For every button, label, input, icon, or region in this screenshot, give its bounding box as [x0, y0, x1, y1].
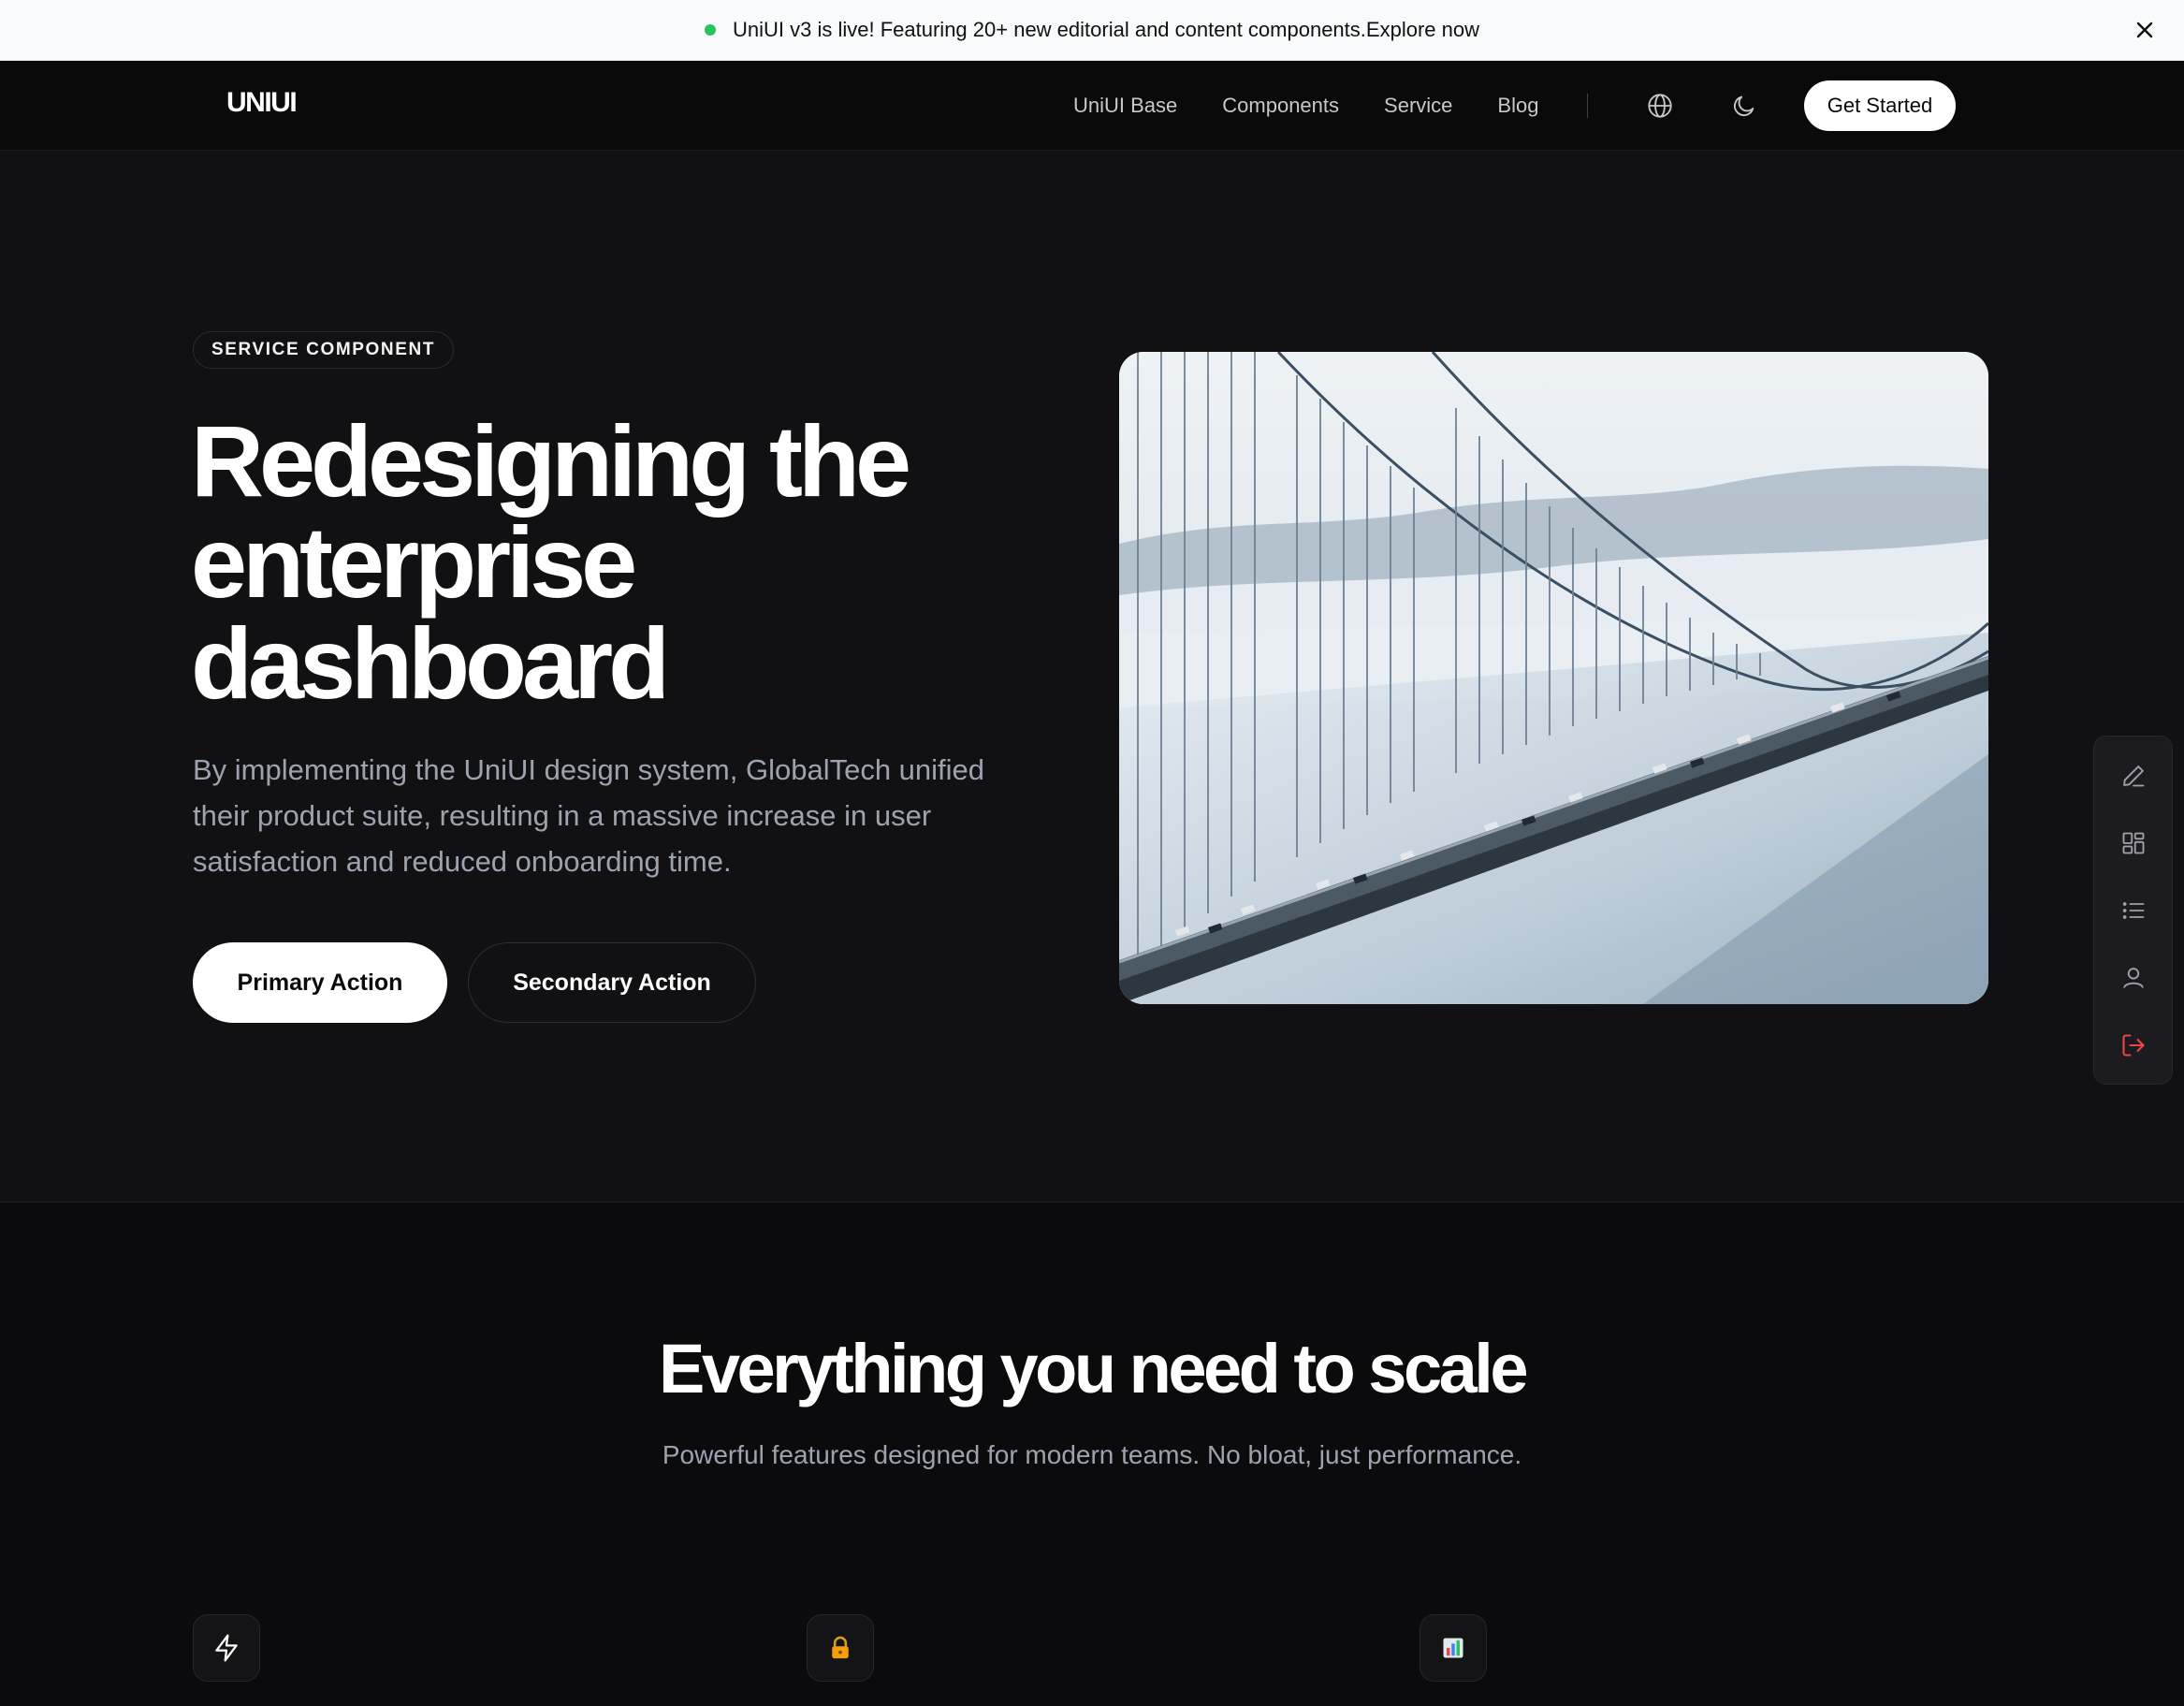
- nav-divider: [1587, 94, 1588, 118]
- layout-button[interactable]: [2115, 824, 2152, 862]
- close-icon: [2136, 22, 2153, 38]
- profile-button[interactable]: [2115, 959, 2152, 997]
- edit-button[interactable]: [2115, 757, 2152, 795]
- secondary-action-button[interactable]: Secondary Action: [468, 942, 756, 1023]
- chart-icon: [1443, 1638, 1463, 1658]
- navbar: UNIUI UniUI Base Components Service Blog…: [0, 61, 2184, 151]
- lock-icon: [832, 1636, 849, 1659]
- logout-button[interactable]: [2115, 1027, 2152, 1064]
- section-badge: SERVICE COMPONENT: [193, 331, 455, 369]
- user-icon: [2123, 968, 2144, 988]
- hero-image: [1119, 352, 1988, 1004]
- features-title: Everything you need to scale: [659, 1330, 1528, 1407]
- nav-link-blog[interactable]: Blog: [1497, 94, 1538, 118]
- language-button[interactable]: [1641, 87, 1679, 124]
- pencil-icon: [2123, 766, 2145, 787]
- feature-icon-analytics: [1420, 1614, 1487, 1682]
- nav-link-service[interactable]: Service: [1384, 94, 1452, 118]
- nav-link-components[interactable]: Components: [1222, 94, 1339, 118]
- list-icon: [2122, 902, 2145, 919]
- globe-icon: [1648, 94, 1672, 118]
- hero-title-line: dashboard: [191, 606, 670, 720]
- logo[interactable]: UNIUI: [226, 87, 298, 119]
- lightning-icon: [215, 1634, 238, 1662]
- hero-title-line: enterprise: [191, 505, 637, 619]
- status-dot: [705, 24, 717, 36]
- features-subtitle: Powerful features designed for modern te…: [662, 1440, 1522, 1469]
- get-started-button[interactable]: Get Started: [1804, 80, 1956, 131]
- theme-toggle-button[interactable]: [1725, 87, 1763, 124]
- nav-links: UniUI Base Components Service Blog: [1073, 61, 1538, 151]
- hero-section: SERVICE COMPONENT Redesigning the enterp…: [0, 151, 2184, 1203]
- moon-icon: [1733, 95, 1754, 117]
- announcement-text: UniUI v3 is live! Featuring 20+ new edit…: [733, 18, 1366, 41]
- explore-now-link[interactable]: Explore now: [1366, 18, 1479, 42]
- hero-title-line: Redesigning the: [191, 404, 911, 518]
- nav-link-uniui-base[interactable]: UniUI Base: [1073, 94, 1177, 118]
- hero-title: Redesigning the enterprise dashboard: [191, 411, 1089, 714]
- list-button[interactable]: [2115, 892, 2152, 929]
- bridge-illustration: [1119, 352, 1988, 1004]
- side-toolbar: [2093, 736, 2173, 1085]
- feature-icon-security: [807, 1614, 874, 1682]
- close-announcement-button[interactable]: [2126, 11, 2163, 49]
- layout-grid-icon: [2122, 832, 2145, 854]
- announcement-bar: UniUI v3 is live! Featuring 20+ new edit…: [0, 0, 2184, 61]
- logout-icon: [2122, 1034, 2145, 1057]
- primary-action-button[interactable]: Primary Action: [193, 942, 447, 1023]
- hero-description: By implementing the UniUI design system,…: [193, 753, 985, 878]
- feature-icon-performance: [193, 1614, 260, 1682]
